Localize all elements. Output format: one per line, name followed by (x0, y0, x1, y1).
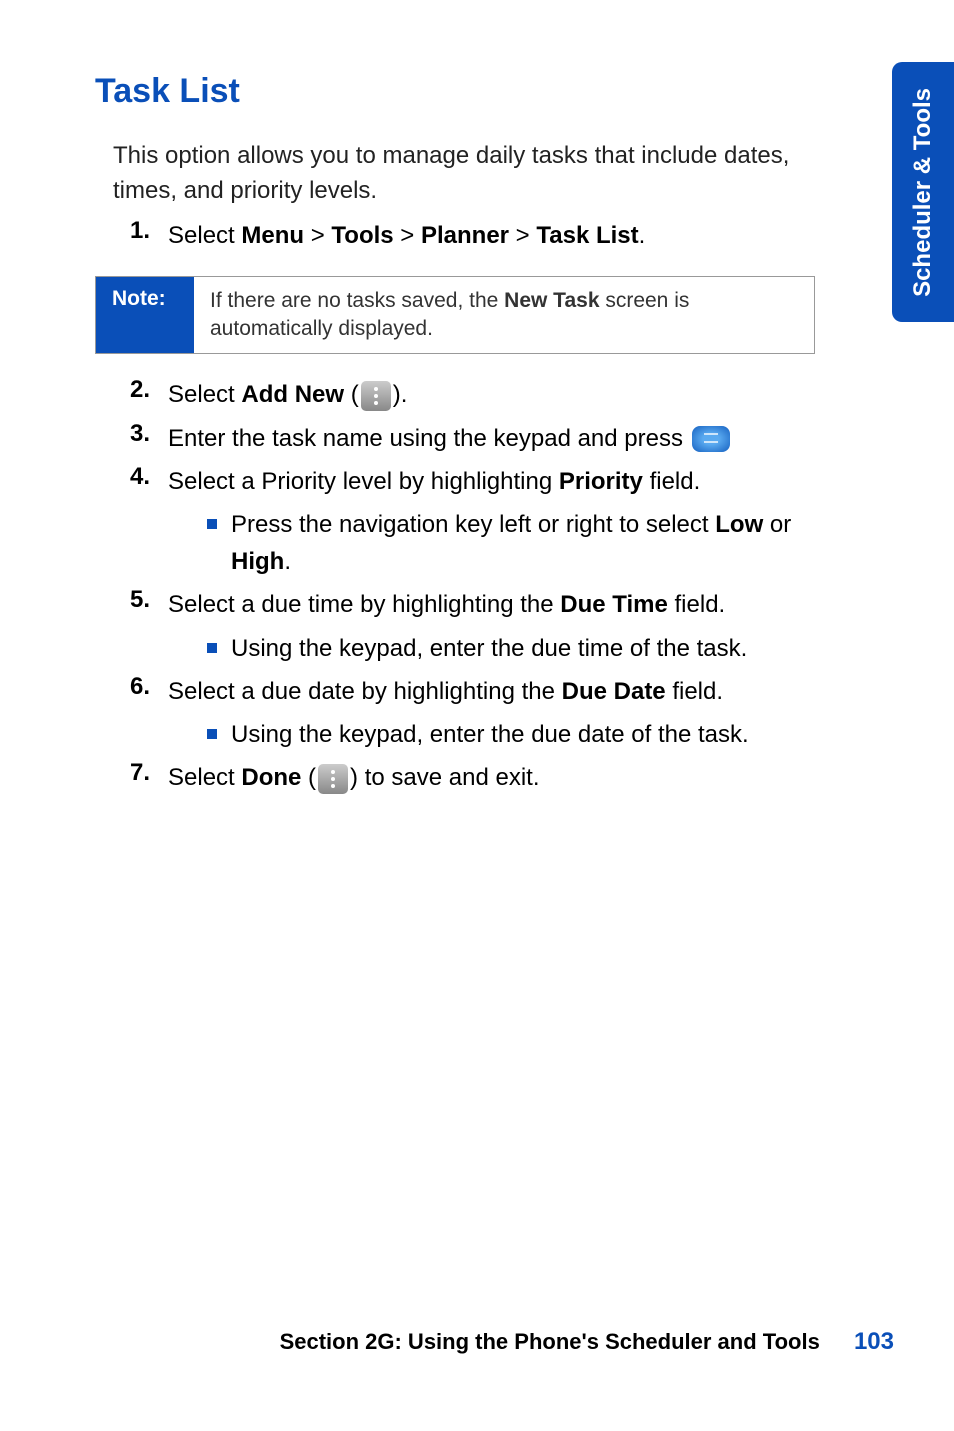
step-text: Select Add New (). (168, 376, 835, 413)
step-text: Select a Priority level by highlighting … (168, 463, 835, 500)
bullet-icon (207, 519, 217, 529)
step-6-sub: Using the keypad, enter the due date of … (207, 716, 835, 753)
step-4-sub: Press the navigation key left or right t… (207, 506, 835, 580)
step-3: 3. Enter the task name using the keypad … (113, 420, 835, 457)
step-6: 6. Select a due date by highlighting the… (113, 673, 835, 710)
step-1: 1. Select Menu > Tools > Planner > Task … (113, 217, 835, 254)
soft-key-icon (361, 381, 391, 411)
step-4: 4. Select a Priority level by highlighti… (113, 463, 835, 500)
section-tab-label: Scheduler & Tools (909, 88, 937, 297)
step-2: 2. Select Add New (). (113, 376, 835, 413)
bullet-icon (207, 729, 217, 739)
note-label: Note: (96, 277, 194, 354)
footer-section: Section 2G: Using the Phone's Scheduler … (280, 1329, 820, 1354)
step-text: Select Done () to save and exit. (168, 759, 835, 796)
step-number: 1. (113, 217, 168, 245)
sub-text: Using the keypad, enter the due date of … (231, 716, 835, 753)
step-number: 3. (113, 420, 168, 448)
step-number: 6. (113, 673, 168, 701)
step-text: Select a due time by highlighting the Du… (168, 586, 835, 623)
step-5: 5. Select a due time by highlighting the… (113, 586, 835, 623)
section-tab: Scheduler & Tools (892, 62, 954, 322)
page-heading: Task List (95, 72, 835, 111)
step-5-sub: Using the keypad, enter the due time of … (207, 630, 835, 667)
step-7: 7. Select Done () to save and exit. (113, 759, 835, 796)
step-text: Enter the task name using the keypad and… (168, 420, 835, 457)
page-footer: Section 2G: Using the Phone's Scheduler … (280, 1328, 894, 1356)
sub-text: Using the keypad, enter the due time of … (231, 630, 835, 667)
page-number: 103 (854, 1328, 894, 1355)
step-text: Select Menu > Tools > Planner > Task Lis… (168, 217, 835, 254)
note-text: If there are no tasks saved, the New Tas… (194, 277, 814, 354)
step-number: 4. (113, 463, 168, 491)
soft-key-icon (318, 764, 348, 794)
page-content: Task List This option allows you to mana… (95, 72, 835, 802)
step-number: 5. (113, 586, 168, 614)
step-number: 7. (113, 759, 168, 787)
step-number: 2. (113, 376, 168, 404)
sub-text: Press the navigation key left or right t… (231, 506, 835, 580)
bullet-icon (207, 643, 217, 653)
note-box: Note: If there are no tasks saved, the N… (95, 276, 815, 355)
menu-ok-key-icon (692, 426, 730, 452)
intro-paragraph: This option allows you to manage daily t… (113, 139, 835, 209)
step-text: Select a due date by highlighting the Du… (168, 673, 835, 710)
